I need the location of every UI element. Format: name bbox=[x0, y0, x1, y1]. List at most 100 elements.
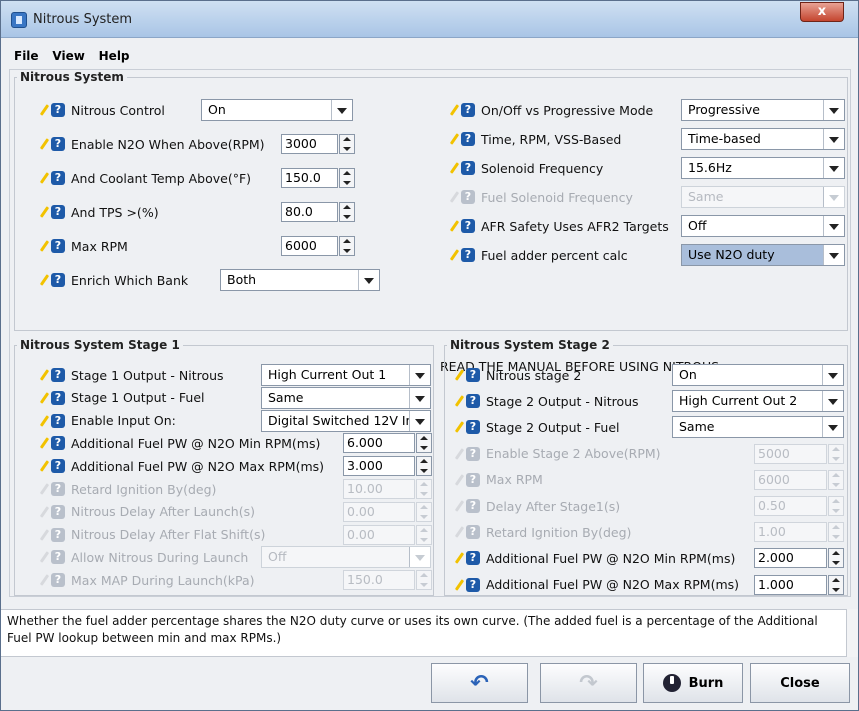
nitrous-stage-2-dropdown[interactable]: On bbox=[672, 364, 844, 386]
spinner-value[interactable]: 5000 bbox=[754, 443, 827, 464]
stepper-arrows-icon[interactable] bbox=[828, 443, 844, 464]
chevron-down-icon[interactable] bbox=[822, 417, 843, 438]
chevron-down-icon[interactable] bbox=[409, 547, 430, 568]
spinner-value[interactable]: 150.0 bbox=[281, 168, 338, 188]
stepper-arrows-icon[interactable] bbox=[339, 236, 355, 256]
enable-input-on-dropdown[interactable]: Digital Switched 12V In bbox=[261, 409, 431, 432]
help-icon[interactable]: ? bbox=[461, 161, 475, 175]
max-rpm-spinner[interactable]: 6000 bbox=[754, 469, 844, 490]
stepper-arrows-icon[interactable] bbox=[416, 501, 432, 522]
spinner-value[interactable]: 3000 bbox=[281, 134, 338, 154]
help-icon[interactable]: ? bbox=[51, 103, 65, 117]
stepper-arrows-icon[interactable] bbox=[828, 522, 844, 543]
additional-fuel-pw-n2o-max-rpm-ms-spinner[interactable]: 3.000 bbox=[343, 456, 432, 477]
fuel-adder-percent-calc-dropdown[interactable]: Use N2O duty bbox=[681, 244, 845, 266]
stepper-arrows-icon[interactable] bbox=[416, 456, 432, 477]
time-rpm-vss-based-dropdown[interactable]: Time-based bbox=[681, 128, 845, 150]
menu-view[interactable]: View bbox=[47, 47, 89, 65]
stepper-arrows-icon[interactable] bbox=[339, 168, 355, 188]
stepper-arrows-icon[interactable] bbox=[416, 433, 432, 454]
help-icon[interactable]: ? bbox=[51, 205, 65, 219]
help-icon[interactable]: ? bbox=[51, 573, 65, 588]
close-button[interactable]: Close bbox=[750, 663, 850, 703]
chevron-down-icon[interactable] bbox=[358, 270, 379, 290]
menu-file[interactable]: File bbox=[9, 47, 44, 65]
chevron-down-icon[interactable] bbox=[823, 245, 844, 265]
stepper-arrows-icon[interactable] bbox=[416, 524, 432, 545]
spinner-value[interactable]: 3.000 bbox=[343, 456, 415, 477]
additional-fuel-pw-n2o-min-rpm-ms-spinner[interactable]: 2.000 bbox=[754, 548, 844, 569]
help-icon[interactable]: ? bbox=[461, 103, 475, 117]
help-icon[interactable]: ? bbox=[51, 436, 65, 451]
chevron-down-icon[interactable] bbox=[409, 410, 430, 431]
help-icon[interactable]: ? bbox=[461, 219, 475, 233]
help-icon[interactable]: ? bbox=[51, 459, 65, 474]
help-icon[interactable]: ? bbox=[461, 190, 475, 204]
chevron-down-icon[interactable] bbox=[823, 129, 844, 149]
stage-2-output-fuel-dropdown[interactable]: Same bbox=[672, 416, 844, 439]
description-scrollbar[interactable] bbox=[846, 609, 858, 657]
help-icon[interactable]: ? bbox=[466, 472, 480, 487]
stepper-arrows-icon[interactable] bbox=[828, 496, 844, 516]
enable-n2o-when-above-rpm-spinner[interactable]: 3000 bbox=[281, 134, 355, 154]
stepper-arrows-icon[interactable] bbox=[828, 469, 844, 490]
help-icon[interactable]: ? bbox=[51, 527, 65, 542]
additional-fuel-pw-n2o-max-rpm-ms-spinner[interactable]: 1.000 bbox=[754, 574, 844, 595]
stage-2-output-nitrous-dropdown[interactable]: High Current Out 2 bbox=[672, 390, 844, 413]
max-rpm-spinner[interactable]: 6000 bbox=[281, 236, 355, 256]
on-off-vs-progressive-mode-dropdown[interactable]: Progressive bbox=[681, 99, 845, 121]
max-map-during-launch-kpa-spinner[interactable]: 150.0 bbox=[343, 570, 432, 591]
enrich-which-bank-dropdown[interactable]: Both bbox=[220, 269, 380, 291]
spinner-value[interactable]: 0.00 bbox=[343, 524, 415, 545]
help-icon[interactable]: ? bbox=[51, 273, 65, 287]
help-icon[interactable]: ? bbox=[51, 504, 65, 519]
help-icon[interactable]: ? bbox=[466, 551, 480, 566]
chevron-down-icon[interactable] bbox=[823, 187, 844, 207]
help-icon[interactable]: ? bbox=[51, 239, 65, 253]
chevron-down-icon[interactable] bbox=[822, 365, 843, 385]
help-icon[interactable]: ? bbox=[51, 137, 65, 151]
spinner-value[interactable]: 10.00 bbox=[343, 479, 415, 499]
help-icon[interactable]: ? bbox=[466, 499, 480, 513]
stepper-arrows-icon[interactable] bbox=[339, 202, 355, 222]
help-icon[interactable]: ? bbox=[466, 577, 480, 592]
chevron-down-icon[interactable] bbox=[823, 216, 844, 236]
redo-button[interactable]: ↷ bbox=[540, 663, 637, 703]
stage-1-output-nitrous-dropdown[interactable]: High Current Out 1 bbox=[261, 364, 431, 386]
help-icon[interactable]: ? bbox=[51, 482, 65, 496]
chevron-down-icon[interactable] bbox=[823, 100, 844, 120]
stepper-arrows-icon[interactable] bbox=[828, 574, 844, 595]
spinner-value[interactable]: 6000 bbox=[754, 469, 827, 490]
chevron-down-icon[interactable] bbox=[409, 387, 430, 408]
burn-button[interactable]: Burn bbox=[643, 663, 743, 703]
spinner-value[interactable]: 1.00 bbox=[754, 522, 827, 543]
spinner-value[interactable]: 2.000 bbox=[754, 548, 827, 569]
spinner-value[interactable]: 150.0 bbox=[343, 570, 415, 591]
delay-after-stage1-s-spinner[interactable]: 0.50 bbox=[754, 496, 844, 516]
stepper-arrows-icon[interactable] bbox=[416, 570, 432, 591]
help-icon[interactable]: ? bbox=[461, 132, 475, 146]
spinner-value[interactable]: 0.00 bbox=[343, 501, 415, 522]
spinner-value[interactable]: 0.50 bbox=[754, 496, 827, 516]
additional-fuel-pw-n2o-min-rpm-ms-spinner[interactable]: 6.000 bbox=[343, 433, 432, 454]
undo-button[interactable]: ↶ bbox=[431, 663, 528, 703]
spinner-value[interactable]: 1.000 bbox=[754, 574, 827, 595]
retard-ignition-by-deg-spinner[interactable]: 1.00 bbox=[754, 522, 844, 543]
and-tps-spinner[interactable]: 80.0 bbox=[281, 202, 355, 222]
help-icon[interactable]: ? bbox=[461, 248, 475, 262]
fuel-solenoid-frequency-dropdown[interactable]: Same bbox=[681, 186, 845, 208]
spinner-value[interactable]: 6.000 bbox=[343, 433, 415, 454]
help-icon[interactable]: ? bbox=[51, 550, 65, 565]
nitrous-control-dropdown[interactable]: On bbox=[201, 99, 353, 121]
help-icon[interactable]: ? bbox=[51, 171, 65, 185]
chevron-down-icon[interactable] bbox=[823, 158, 844, 178]
chevron-down-icon[interactable] bbox=[409, 365, 430, 385]
allow-nitrous-during-launch-dropdown[interactable]: Off bbox=[261, 546, 431, 569]
nitrous-delay-after-flat-shift-s-spinner[interactable]: 0.00 bbox=[343, 524, 432, 545]
help-icon[interactable]: ? bbox=[51, 413, 65, 428]
nitrous-delay-after-launch-s-spinner[interactable]: 0.00 bbox=[343, 501, 432, 522]
help-icon[interactable]: ? bbox=[51, 390, 65, 405]
help-icon[interactable]: ? bbox=[466, 446, 480, 461]
help-icon[interactable]: ? bbox=[466, 525, 480, 540]
stepper-arrows-icon[interactable] bbox=[416, 479, 432, 499]
